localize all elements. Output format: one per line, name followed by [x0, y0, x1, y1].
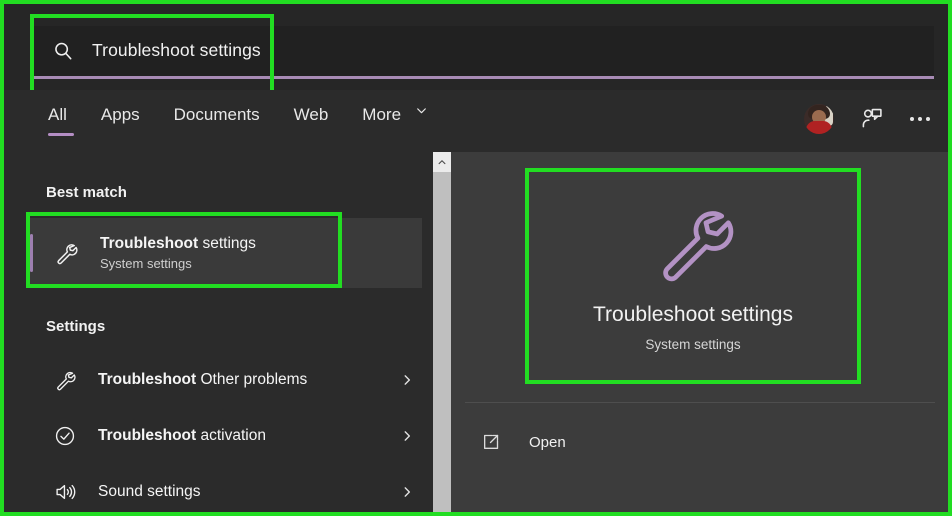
scrollbar-thumb[interactable] [433, 172, 451, 512]
results-list: Best match Troubleshoot settings System … [4, 152, 433, 512]
settings-item-sound-settings[interactable]: Sound settings [30, 466, 422, 512]
tab-more-label: More [362, 105, 402, 124]
tab-all-label: All [48, 105, 67, 124]
tab-apps-label: Apps [100, 105, 140, 124]
search-focus-underline [34, 76, 934, 79]
tab-web-label: Web [293, 105, 329, 124]
preview-pane: Troubleshoot settings System settings Op… [451, 152, 948, 512]
settings-item-troubleshoot-activation[interactable]: Troubleshoot activation [30, 410, 422, 462]
settings-item-label-bold: Troubleshoot [98, 371, 197, 388]
best-match-title-normal: settings [198, 235, 256, 252]
settings-item-label: Troubleshoot activation [98, 426, 266, 446]
settings-item-troubleshoot-other-problems[interactable]: Troubleshoot Other problems [30, 354, 422, 406]
search-region: Troubleshoot settings [4, 4, 948, 90]
selection-indicator [30, 234, 33, 272]
best-match-subtitle: System settings [100, 256, 192, 271]
wrench-icon [651, 200, 735, 284]
open-action-button[interactable]: Open [481, 424, 566, 460]
feedback-icon[interactable] [860, 107, 884, 131]
tab-documents[interactable]: Documents [157, 104, 277, 138]
chevron-down-icon [415, 104, 428, 117]
settings-item-label-normal: Sound settings [98, 483, 201, 500]
chevron-right-icon[interactable] [400, 485, 414, 499]
search-input[interactable]: Troubleshoot settings [34, 26, 934, 76]
tab-apps[interactable]: Apps [84, 104, 157, 138]
open-action-label: Open [529, 433, 566, 451]
chevron-right-icon[interactable] [400, 373, 414, 387]
tab-documents-label: Documents [173, 105, 260, 124]
tab-all[interactable]: All [42, 104, 84, 138]
best-match-result-row[interactable]: Troubleshoot settings System settings [30, 218, 422, 288]
best-match-title: Troubleshoot settings [100, 234, 256, 253]
results-scrollbar[interactable] [433, 152, 451, 512]
preview-title: Troubleshoot settings [592, 302, 793, 326]
tab-web[interactable]: Web [277, 104, 346, 138]
header-actions [804, 104, 930, 134]
chevron-right-icon[interactable] [400, 429, 414, 443]
section-header-best-match: Best match [46, 184, 127, 201]
tab-more[interactable]: More [345, 104, 444, 138]
wrench-icon [54, 241, 78, 265]
settings-item-label: Troubleshoot Other problems [98, 370, 307, 390]
preview-subtitle: System settings [645, 336, 741, 352]
best-match-title-bold: Troubleshoot [100, 235, 199, 252]
ellipsis-icon[interactable] [910, 117, 930, 121]
search-filter-tabbar: All Apps Documents Web More [4, 90, 948, 152]
windows-search-window: Troubleshoot settings All Apps Documents… [0, 0, 952, 516]
section-header-settings: Settings [46, 318, 106, 335]
search-results-body: Best match Troubleshoot settings System … [4, 152, 948, 512]
preview-card: Troubleshoot settings System settings [527, 170, 859, 382]
best-match-texts: Troubleshoot settings System settings [100, 234, 256, 272]
settings-item-label-normal: activation [196, 427, 266, 444]
preview-divider [465, 402, 935, 403]
search-input-value: Troubleshoot settings [92, 40, 261, 61]
tab-list: All Apps Documents Web More [42, 104, 445, 138]
wrench-icon [54, 369, 76, 391]
speaker-icon [54, 481, 76, 503]
avatar[interactable] [804, 104, 834, 134]
settings-item-label-bold: Troubleshoot [98, 427, 197, 444]
settings-item-label-normal: Other problems [196, 371, 308, 388]
open-external-icon [481, 432, 501, 452]
search-icon [52, 40, 74, 62]
chevron-up-icon[interactable] [433, 152, 451, 172]
settings-item-label: Sound settings [98, 482, 201, 502]
check-circle-icon [54, 425, 76, 447]
